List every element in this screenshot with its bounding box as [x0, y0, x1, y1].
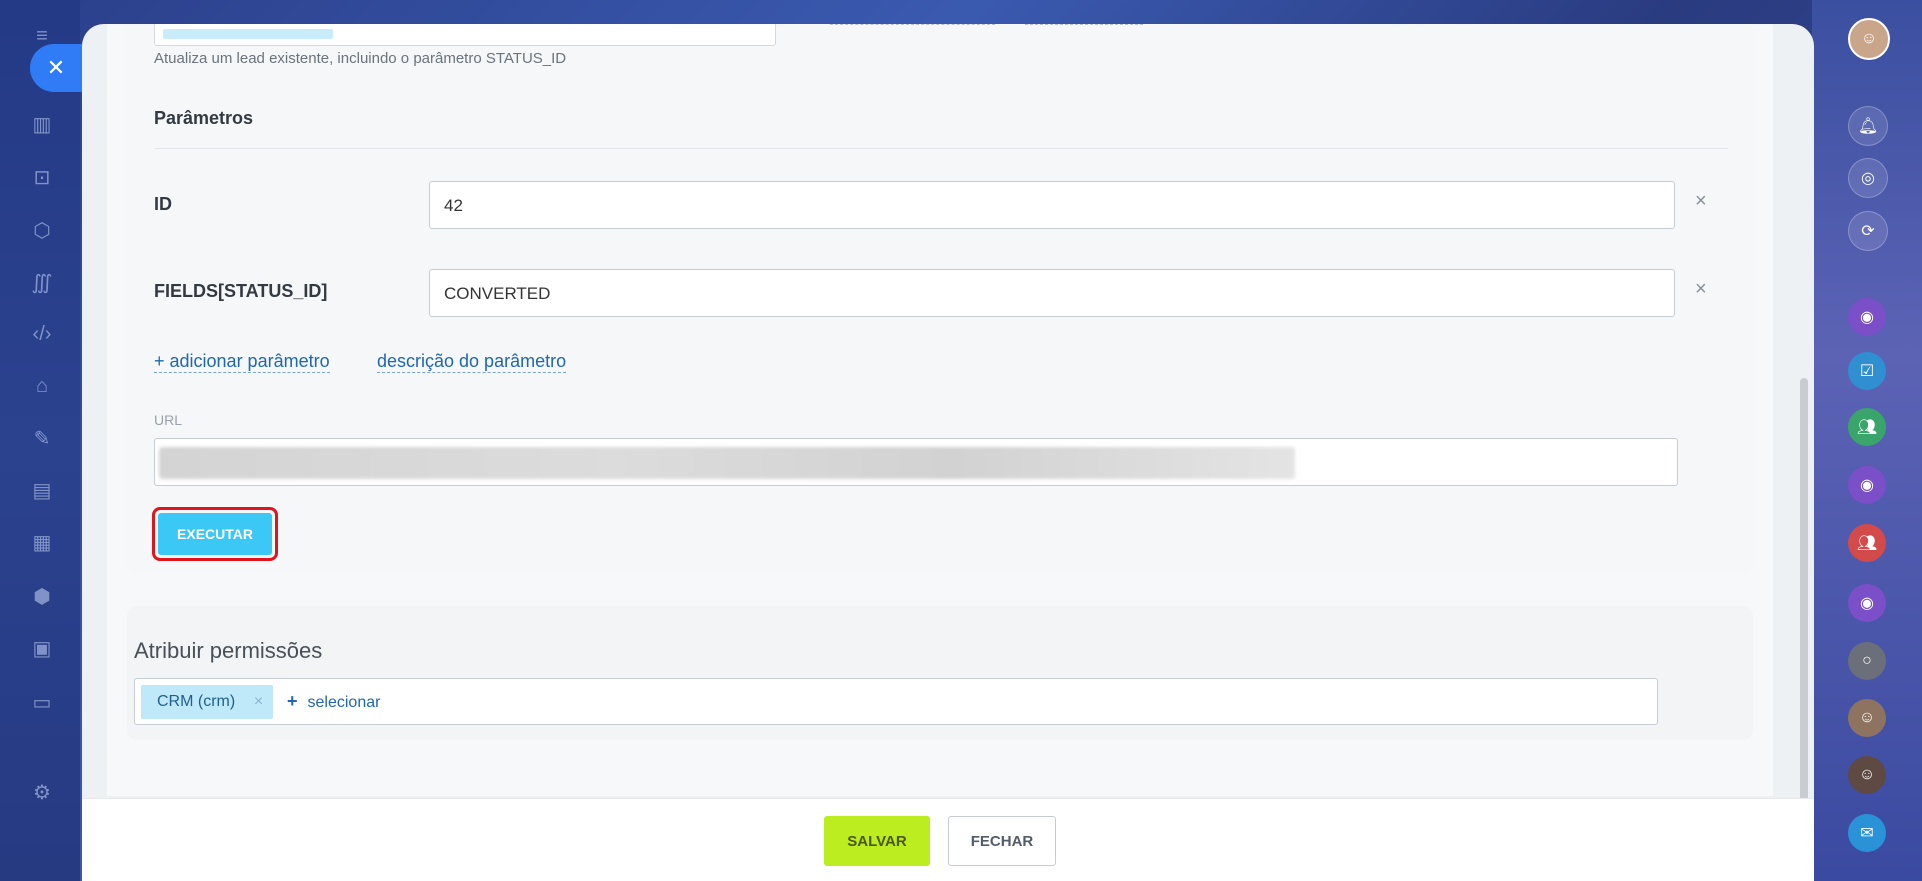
- method-input[interactable]: [154, 24, 776, 46]
- remove-param-icon[interactable]: ×: [1695, 278, 1707, 301]
- parameter-description-link[interactable]: descrição do parâmetro: [377, 350, 567, 373]
- remove-param-icon[interactable]: ×: [1695, 190, 1707, 213]
- avatar[interactable]: ☺: [1848, 699, 1886, 737]
- chat-icon[interactable]: ✉: [1848, 814, 1886, 852]
- method-description: Atualiza um lead existente, incluindo o …: [154, 50, 567, 67]
- store-icon[interactable]: ⌂: [28, 372, 56, 400]
- channel-icon[interactable]: ◉: [1848, 298, 1886, 336]
- permission-chip: CRM (crm) ×: [141, 685, 274, 719]
- pen-icon[interactable]: ✎: [28, 424, 56, 452]
- select-permission-link[interactable]: + selecionar: [287, 679, 380, 725]
- param-input-id[interactable]: 42: [429, 181, 1675, 229]
- target-icon[interactable]: ◎: [1848, 158, 1888, 198]
- execute-button[interactable]: EXECUTAR: [158, 513, 272, 555]
- parameters-title: Parâmetros: [154, 108, 254, 128]
- permission-chip-label: CRM (crm): [157, 693, 236, 710]
- shield-icon[interactable]: ⬢: [28, 582, 56, 610]
- left-sidebar: ≡ ▥ ⊡ ⬡ ∭ ‹/› ⌂ ✎ ▤ ▦ ⬢ ▣ ▭ ⚙: [0, 0, 80, 881]
- circle-icon[interactable]: ○: [1848, 642, 1886, 680]
- divider: [154, 148, 1728, 149]
- slider-panel: Atualiza um lead existente, incluindo o …: [82, 24, 1814, 881]
- avatar[interactable]: ☺: [1848, 18, 1890, 60]
- close-button[interactable]: FECHAR: [948, 816, 1056, 866]
- calendar-icon[interactable]: ▦: [28, 528, 56, 556]
- add-parameter-link[interactable]: + adicionar parâmetro: [154, 350, 330, 373]
- dotted-link[interactable]: [830, 24, 995, 26]
- footer-bar: SALVAR FECHAR: [82, 798, 1814, 881]
- code-icon[interactable]: ‹/›: [28, 320, 56, 348]
- group-icon[interactable]: 👥︎: [1848, 524, 1886, 562]
- monitor-icon[interactable]: ▭: [28, 688, 56, 716]
- close-slider-button[interactable]: ✕: [30, 44, 82, 92]
- robot-icon[interactable]: ⊡: [28, 163, 56, 191]
- avatar[interactable]: ☺: [1848, 756, 1886, 794]
- url-field[interactable]: [154, 438, 1678, 486]
- url-value-blurred: [159, 447, 1295, 479]
- permissions-title: Atribuir permissões: [134, 638, 323, 663]
- param-label-id: ID: [154, 194, 172, 214]
- param-label-status: FIELDS[STATUS_ID]: [154, 281, 328, 301]
- content-area: Atualiza um lead existente, incluindo o …: [107, 24, 1773, 796]
- url-label: URL: [154, 412, 183, 428]
- brush-icon[interactable]: ∭: [28, 268, 56, 296]
- save-button[interactable]: SALVAR: [824, 816, 930, 866]
- method-chip: [163, 29, 333, 39]
- method-card: Atualiza um lead existente, incluindo o …: [127, 24, 1753, 574]
- close-icon: ✕: [46, 55, 66, 80]
- task-icon[interactable]: ☑: [1848, 352, 1886, 390]
- permissions-field[interactable]: CRM (crm) × + selecionar: [134, 678, 1658, 725]
- dotted-link[interactable]: [1025, 24, 1143, 26]
- plus-icon: +: [287, 691, 298, 711]
- channel-icon[interactable]: ◉: [1848, 584, 1886, 622]
- group-icon[interactable]: 👥︎: [1848, 408, 1886, 446]
- right-sidebar: ☺ 🔔︎ ◎ ⟳ ◉ ☑ 👥︎ ◉ 👥︎ ◉ ○ ☺ ☺ ✉: [1812, 0, 1922, 881]
- chart-icon[interactable]: ▥: [28, 110, 56, 138]
- select-label: selecionar: [307, 694, 381, 711]
- form-icon[interactable]: ▤: [28, 476, 56, 504]
- bell-icon[interactable]: 🔔︎: [1848, 106, 1888, 146]
- sync-icon[interactable]: ⟳: [1848, 211, 1888, 251]
- settings-icon[interactable]: ⚙: [28, 778, 56, 806]
- param-input-status[interactable]: CONVERTED: [429, 269, 1675, 317]
- cube-icon[interactable]: ⬡: [28, 216, 56, 244]
- remove-chip-icon[interactable]: ×: [254, 685, 263, 719]
- id-card-icon[interactable]: ▣: [28, 634, 56, 662]
- channel-icon[interactable]: ◉: [1848, 466, 1886, 504]
- execute-highlight: EXECUTAR: [152, 507, 278, 561]
